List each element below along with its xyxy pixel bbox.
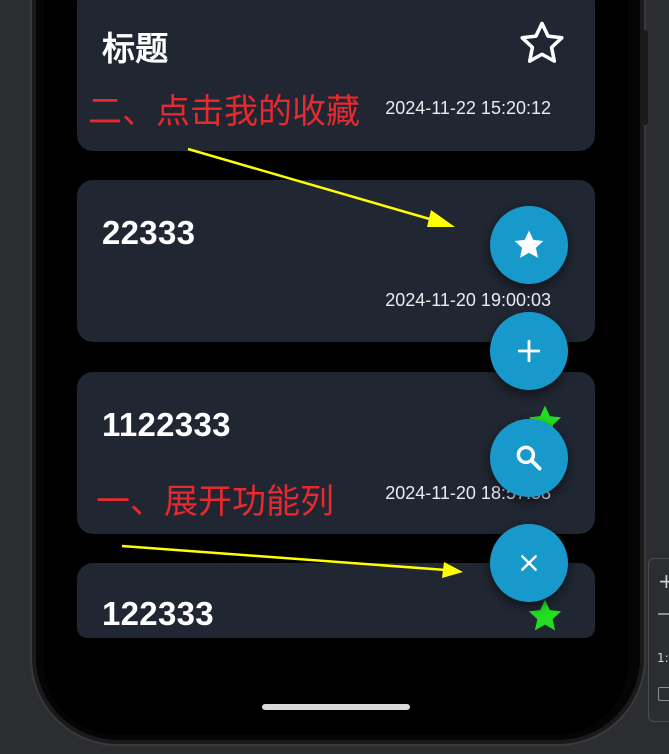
note-title: 22333 xyxy=(102,214,196,251)
note-title: 1122333 xyxy=(102,406,231,443)
add-note-fab-button[interactable] xyxy=(490,312,568,390)
fit-screen-icon[interactable] xyxy=(658,687,669,701)
close-icon xyxy=(521,555,537,571)
annotation-step2-text: 二、点击我的收藏 xyxy=(88,92,360,132)
search-icon xyxy=(516,445,542,471)
zoom-out-icon[interactable] xyxy=(658,613,669,615)
close-fab-button[interactable] xyxy=(490,524,568,602)
favorite-star-outline-icon[interactable] xyxy=(516,18,568,68)
screenshot-stage: 标题 2024-11-22 15:20:12 22333 2024-11-20 … xyxy=(0,0,669,754)
home-indicator[interactable] xyxy=(262,704,410,710)
favorites-fab-button[interactable] xyxy=(490,206,568,284)
zoom-ratio-icon[interactable]: 1: xyxy=(657,651,669,665)
favorite-star-filled-icon[interactable] xyxy=(524,596,566,636)
emulator-side-toolbar: + 1: xyxy=(648,558,669,722)
star-icon xyxy=(514,230,544,258)
phone-side-button xyxy=(642,30,648,125)
annotation-step1-text: 一、展开功能列 xyxy=(96,482,334,522)
note-date: 2024-11-22 15:20:12 xyxy=(385,98,551,118)
search-fab-button[interactable] xyxy=(490,419,568,497)
note-title: 标题 xyxy=(102,30,169,67)
plus-icon xyxy=(517,339,541,363)
zoom-in-icon[interactable]: + xyxy=(658,569,669,593)
note-date: 2024-11-20 19:00:03 xyxy=(385,290,551,310)
note-title: 122333 xyxy=(102,595,214,632)
